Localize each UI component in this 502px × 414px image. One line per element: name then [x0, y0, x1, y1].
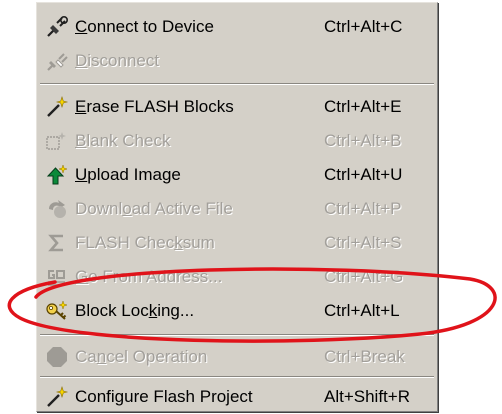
menu-item-flash-checksum[interactable]: FLASH Checksum Ctrl+Alt+S [40, 227, 434, 259]
menu-item-configure-flash-project[interactable]: Configure Flash Project Alt+Shift+R [40, 381, 434, 413]
key-lock-icon [44, 298, 70, 324]
shortcut-label: Ctrl+Alt+P [324, 199, 402, 218]
download-icon [44, 196, 70, 222]
menu-item-block-locking[interactable]: Block Locking... Ctrl+Alt+L [40, 295, 434, 327]
stop-octagon-icon [44, 344, 70, 370]
erase-wand-icon [44, 94, 70, 120]
shortcut-label: Ctrl+Alt+C [324, 17, 403, 36]
shortcut-label: Ctrl+Break [324, 347, 405, 366]
shortcut-label: Ctrl+Alt+G [324, 267, 404, 286]
menu-item-disconnect[interactable]: Disconnect [40, 45, 434, 77]
menu-separator [40, 83, 434, 85]
menu-separator [40, 376, 434, 378]
shortcut-label: Alt+Shift+R [324, 387, 410, 406]
sigma-icon [44, 230, 70, 256]
menu-item-erase-flash-blocks[interactable]: Erase FLASH Blocks Ctrl+Alt+E [40, 91, 434, 123]
menu-item-cancel-operation[interactable]: Cancel Operation Ctrl+Break [40, 341, 434, 373]
plug-disconnect-icon [44, 48, 70, 74]
shortcut-label: Ctrl+Alt+L [324, 301, 400, 320]
menu-item-connect-to-device[interactable]: Connect to Device Ctrl+Alt+C [40, 11, 434, 43]
plug-connect-icon [44, 14, 70, 40]
flash-context-menu: Connect to Device Ctrl+Alt+C Disconnect [36, 2, 438, 412]
configure-wand-icon [44, 384, 70, 410]
shortcut-label: Ctrl+Alt+E [324, 97, 402, 116]
menu-separator [40, 334, 434, 336]
blank-check-icon [44, 128, 70, 154]
upload-arrow-icon [44, 162, 70, 188]
shortcut-label: Ctrl+Alt+S [324, 233, 402, 252]
menu-item-download-active-file[interactable]: Download Active File Ctrl+Alt+P [40, 193, 434, 225]
shortcut-label: Ctrl+Alt+B [324, 131, 402, 150]
shortcut-label: Ctrl+Alt+U [324, 165, 403, 184]
menu-item-upload-image[interactable]: Upload Image Ctrl+Alt+U [40, 159, 434, 191]
menu-item-blank-check[interactable]: Blank Check Ctrl+Alt+B [40, 125, 434, 157]
go-icon [44, 264, 70, 290]
menu-item-go-from-address[interactable]: Go From Address... Ctrl+Alt+G [40, 261, 434, 293]
